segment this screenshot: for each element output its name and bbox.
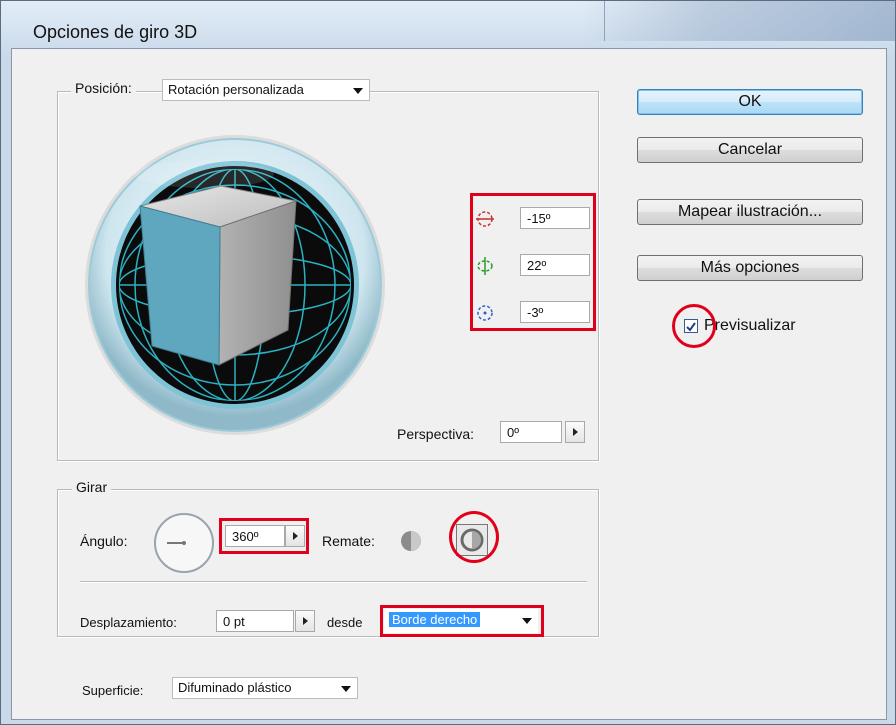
aero-glass xyxy=(581,1,895,41)
revolve-divider xyxy=(80,581,587,582)
position-label: Posición: xyxy=(71,80,136,96)
title-bar[interactable]: Opciones de giro 3D xyxy=(1,1,895,42)
cap-off-highlight xyxy=(449,511,499,563)
preview-highlight xyxy=(672,304,716,348)
angle-label: Ángulo: xyxy=(80,533,128,549)
preview-label: Previsualizar xyxy=(704,317,796,334)
cap-label: Remate: xyxy=(322,533,375,549)
dialog-window: Opciones de giro 3D Posición: Rotación p… xyxy=(0,0,896,725)
angle-highlight xyxy=(219,518,309,554)
from-label: desde xyxy=(327,615,363,630)
ok-button[interactable]: OK xyxy=(637,89,863,115)
trackball-cube-preview[interactable] xyxy=(84,134,386,436)
angle-dial[interactable] xyxy=(153,512,215,574)
offset-field[interactable]: 0 pt xyxy=(216,610,294,632)
chevron-down-icon xyxy=(353,88,363,94)
dialog-title: Opciones de giro 3D xyxy=(33,22,198,42)
cancel-button[interactable]: Cancelar xyxy=(637,137,863,163)
cap-on-icon[interactable] xyxy=(398,528,424,554)
more-options-button[interactable]: Más opciones xyxy=(637,255,863,281)
offset-label: Desplazamiento: xyxy=(80,615,177,630)
rotation-fields-highlight xyxy=(470,193,596,331)
offset-stepper[interactable] xyxy=(295,610,315,632)
from-select-highlight xyxy=(380,605,544,637)
revolve-group-title: Girar xyxy=(72,479,112,495)
perspective-stepper[interactable] xyxy=(565,421,585,443)
perspective-label: Perspectiva: xyxy=(397,426,475,442)
surface-select[interactable]: Difuminado plástico xyxy=(172,677,358,699)
perspective-field[interactable]: 0º xyxy=(500,421,562,443)
position-select[interactable]: Rotación personalizada xyxy=(162,79,370,101)
surface-label: Superficie: xyxy=(82,683,144,698)
chevron-down-icon xyxy=(341,686,351,692)
title-bar-seam xyxy=(604,1,605,41)
dialog-client-area: Posición: Rotación personalizada -15º 22… xyxy=(11,48,887,720)
map-art-button[interactable]: Mapear ilustración... xyxy=(637,199,863,225)
